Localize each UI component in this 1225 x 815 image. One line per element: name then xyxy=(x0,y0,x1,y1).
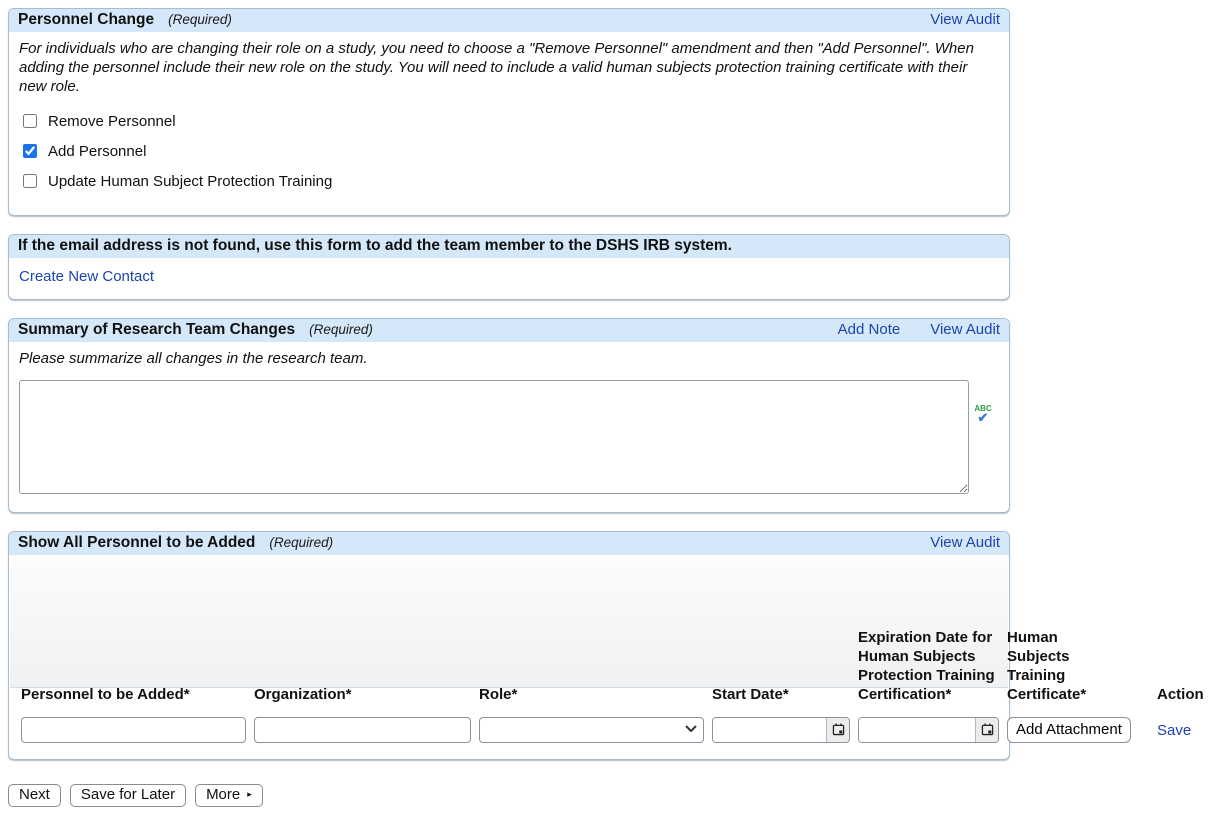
column-header-organization: Organization* xyxy=(254,555,471,711)
table-row-cell-role xyxy=(479,717,704,745)
column-header-training-certificate: Human Subjects Training Certificate* xyxy=(1007,555,1149,711)
save-for-later-button[interactable]: Save for Later xyxy=(70,784,186,807)
more-button-label: More xyxy=(206,786,240,803)
start-date-field xyxy=(712,717,850,743)
calendar-icon xyxy=(980,722,995,737)
checkbox-row-remove-personnel: Remove Personnel xyxy=(19,113,999,130)
column-header-personnel: Personnel to be Added* xyxy=(21,555,246,711)
table-row-cell-organization xyxy=(254,717,471,745)
email-notice-title: If the email address is not found, use t… xyxy=(18,237,732,255)
email-notice-header: If the email address is not found, use t… xyxy=(9,235,1009,258)
required-label: (Required) xyxy=(269,535,333,550)
view-audit-link[interactable]: View Audit xyxy=(930,534,1000,551)
start-date-calendar-button[interactable] xyxy=(826,718,849,742)
personnel-table: Personnel to be Added* Organization* Rol… xyxy=(9,555,1219,745)
section-personnel-table: Show All Personnel to be Added (Required… xyxy=(8,531,1010,760)
summary-textarea[interactable] xyxy=(19,380,969,494)
personnel-change-title: Personnel Change xyxy=(18,11,154,29)
calendar-icon xyxy=(831,722,846,737)
next-button[interactable]: Next xyxy=(8,784,61,807)
organization-input[interactable] xyxy=(254,717,471,743)
table-row-cell-start-date xyxy=(712,717,850,745)
section-personnel-change: Personnel Change (Required) View Audit F… xyxy=(8,8,1010,216)
section-email-notice: If the email address is not found, use t… xyxy=(8,234,1010,300)
summary-body: Please summarize all changes in the rese… xyxy=(9,342,1009,512)
create-new-contact-link[interactable]: Create New Contact xyxy=(19,268,154,285)
checkbox-row-update-training: Update Human Subject Protection Training xyxy=(19,173,999,190)
spellcheck-checkmark-icon: ✔ xyxy=(972,412,994,423)
spellcheck-icon[interactable]: ABC ✔ xyxy=(972,405,994,423)
checkbox-row-add-personnel: Add Personnel xyxy=(19,143,999,160)
table-row-cell-certificate: Add Attachment xyxy=(1007,717,1149,745)
table-row-cell-action: Save xyxy=(1157,717,1217,745)
column-header-role: Role* xyxy=(479,555,704,711)
email-notice-body: Create New Contact xyxy=(9,258,1009,299)
column-header-action: Action xyxy=(1157,555,1217,711)
personnel-change-body: For individuals who are changing their r… xyxy=(9,32,1009,215)
expiration-date-calendar-button[interactable] xyxy=(975,718,998,742)
add-personnel-label: Add Personnel xyxy=(48,143,146,160)
update-training-checkbox[interactable] xyxy=(23,174,37,188)
start-date-input[interactable] xyxy=(713,718,826,742)
expiration-date-input[interactable] xyxy=(859,718,975,742)
view-audit-link[interactable]: View Audit xyxy=(930,321,1000,338)
footer-button-bar: Next Save for Later More ▸ xyxy=(8,778,1217,807)
summary-title: Summary of Research Team Changes xyxy=(18,321,295,339)
table-row-cell-personnel xyxy=(21,717,246,745)
column-header-start-date: Start Date* xyxy=(712,555,850,711)
add-note-link[interactable]: Add Note xyxy=(838,321,901,338)
remove-personnel-checkbox[interactable] xyxy=(23,114,37,128)
view-audit-link[interactable]: View Audit xyxy=(930,11,1000,28)
personnel-table-header: Show All Personnel to be Added (Required… xyxy=(9,532,1009,555)
personnel-to-be-added-input[interactable] xyxy=(21,717,246,743)
add-attachment-button[interactable]: Add Attachment xyxy=(1007,717,1131,743)
personnel-table-title: Show All Personnel to be Added xyxy=(18,534,255,552)
save-row-link[interactable]: Save xyxy=(1157,722,1191,739)
summary-instruction: Please summarize all changes in the rese… xyxy=(19,350,999,367)
required-label: (Required) xyxy=(168,12,232,27)
section-summary: Summary of Research Team Changes (Requir… xyxy=(8,318,1010,513)
personnel-change-header: Personnel Change (Required) View Audit xyxy=(9,9,1009,32)
remove-personnel-label: Remove Personnel xyxy=(48,113,176,130)
form-page: Personnel Change (Required) View Audit F… xyxy=(0,0,1225,815)
personnel-change-description: For individuals who are changing their r… xyxy=(19,40,993,97)
expiration-date-field xyxy=(858,717,999,743)
table-row-cell-expiration-date xyxy=(858,717,999,745)
add-personnel-checkbox[interactable] xyxy=(23,144,37,158)
column-header-expiration-date: Expiration Date for Human Subjects Prote… xyxy=(858,555,999,711)
more-arrow-icon: ▸ xyxy=(247,790,252,799)
more-button[interactable]: More ▸ xyxy=(195,784,263,807)
summary-header: Summary of Research Team Changes (Requir… xyxy=(9,319,1009,342)
required-label: (Required) xyxy=(309,322,373,337)
update-training-label: Update Human Subject Protection Training xyxy=(48,173,332,190)
role-select[interactable] xyxy=(479,717,704,743)
